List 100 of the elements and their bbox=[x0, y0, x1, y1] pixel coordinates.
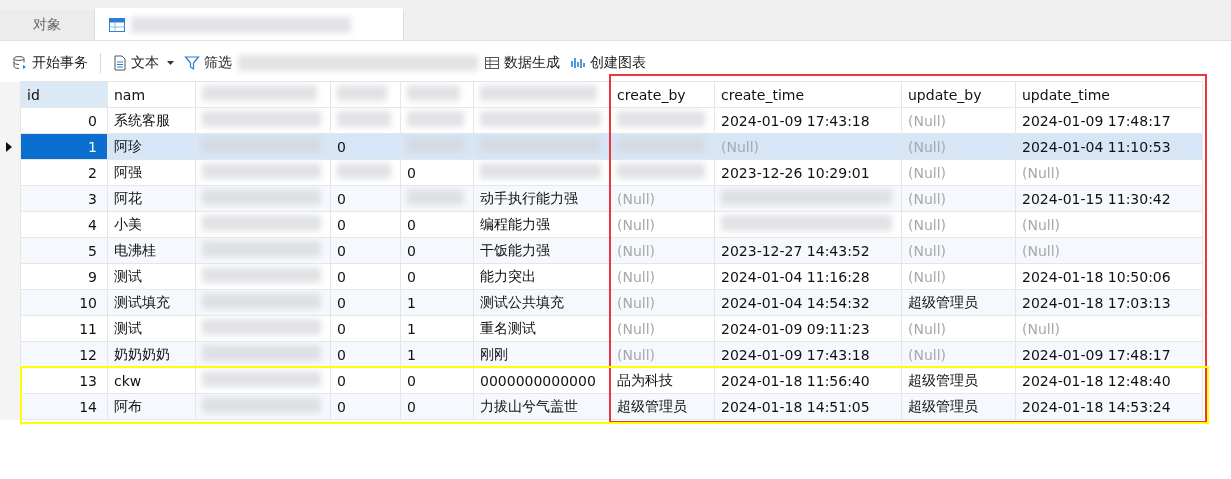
table-cell: (Null) bbox=[901, 315, 1016, 342]
column-header[interactable]: create_time bbox=[714, 81, 902, 108]
table-cell: 0 bbox=[400, 263, 474, 290]
table-cell: 系统客服 bbox=[107, 107, 196, 134]
toolbar-button[interactable]: 文本 bbox=[109, 51, 178, 75]
table-cell: 2024-01-04 14:54:32 bbox=[714, 289, 902, 316]
table-cell: 0 bbox=[330, 289, 401, 316]
table-cell: (Null) bbox=[1015, 237, 1203, 264]
table-cell: 2 bbox=[20, 159, 108, 186]
table-cell: 0 bbox=[330, 315, 401, 342]
table-cell: 0 bbox=[330, 263, 401, 290]
table-icon bbox=[109, 18, 125, 32]
table-cell: 2024-01-18 14:53:24 bbox=[1015, 393, 1203, 420]
table-cell: 2024-01-09 17:48:17 bbox=[1015, 341, 1203, 368]
table-cell: (Null) bbox=[901, 237, 1016, 264]
table-cell: 2024-01-04 11:16:28 bbox=[714, 263, 902, 290]
table-cell: 0 bbox=[400, 159, 474, 186]
table-cell: (Null) bbox=[610, 289, 715, 316]
table-cell: 0 bbox=[400, 237, 474, 264]
column-header[interactable]: nam bbox=[107, 81, 196, 108]
table-cell: 11 bbox=[20, 315, 108, 342]
blurred-area bbox=[337, 111, 391, 127]
table-cell: 阿布 bbox=[107, 393, 196, 420]
table-cell: 0 bbox=[330, 341, 401, 368]
table-cell: (Null) bbox=[1015, 315, 1203, 342]
table-cell: 阿花 bbox=[107, 185, 196, 212]
table-cell: 阿珍 bbox=[107, 133, 196, 160]
table-cell: 0 bbox=[330, 237, 401, 264]
table-cell: 2024-01-18 10:50:06 bbox=[1015, 263, 1203, 290]
table-cell: 4 bbox=[20, 211, 108, 238]
table-cell: (Null) bbox=[901, 133, 1016, 160]
table-cell: 2024-01-18 14:51:05 bbox=[714, 393, 902, 420]
table-cell: 2024-01-15 11:30:42 bbox=[1015, 185, 1203, 212]
table-cell: 阿强 bbox=[107, 159, 196, 186]
table-cell: 1 bbox=[20, 133, 108, 160]
column-header[interactable]: id bbox=[20, 81, 108, 108]
table-cell: 2023-12-27 14:43:52 bbox=[714, 237, 902, 264]
table-cell: 0 bbox=[330, 211, 401, 238]
table-cell: 小美 bbox=[107, 211, 196, 238]
column-header[interactable]: create_by bbox=[610, 81, 715, 108]
table-cell: 1 bbox=[400, 315, 474, 342]
table-cell: 电沸桂 bbox=[107, 237, 196, 264]
table-cell: (Null) bbox=[901, 263, 1016, 290]
toolbar-button[interactable]: 开始事务 bbox=[8, 51, 92, 75]
table-cell: (Null) bbox=[714, 133, 902, 160]
toolbar-button[interactable]: 数据生成 bbox=[480, 51, 564, 75]
table-cell: (Null) bbox=[901, 185, 1016, 212]
table-cell: 1 bbox=[400, 289, 474, 316]
table-cell: 0 bbox=[400, 393, 474, 420]
table-cell: 干饭能力强 bbox=[473, 237, 611, 264]
table-cell: 0 bbox=[330, 133, 401, 160]
table-cell: 2024-01-04 11:10:53 bbox=[1015, 133, 1203, 160]
table-cell: 刚刚 bbox=[473, 341, 611, 368]
filter-icon bbox=[184, 55, 200, 71]
table-cell: 2024-01-09 17:43:18 bbox=[714, 341, 902, 368]
table-cell: (Null) bbox=[901, 159, 1016, 186]
table-cell: 0 bbox=[400, 211, 474, 238]
table-cell: 超级管理员 bbox=[901, 289, 1016, 316]
table-cell: 超级管理员 bbox=[610, 393, 715, 420]
table-cell: 10 bbox=[20, 289, 108, 316]
table-cell: 动手执行能力强 bbox=[473, 185, 611, 212]
table-cell: (Null) bbox=[901, 211, 1016, 238]
table-cell: (Null) bbox=[610, 237, 715, 264]
table-cell: 0 bbox=[20, 107, 108, 134]
tab[interactable]: 对象 bbox=[0, 10, 95, 40]
table-cell: 超级管理员 bbox=[901, 393, 1016, 420]
bar-chart-icon bbox=[570, 55, 586, 71]
table-cell: 14 bbox=[20, 393, 108, 420]
toolbar-button[interactable]: 创建图表 bbox=[566, 51, 650, 75]
table-cell: 奶奶奶奶 bbox=[107, 341, 196, 368]
table-cell: 力拔山兮气盖世 bbox=[473, 393, 611, 420]
blurred-area bbox=[337, 163, 391, 179]
blurred-area bbox=[407, 111, 464, 127]
table-cell: (Null) bbox=[901, 341, 1016, 368]
table-cell: 测试 bbox=[107, 315, 196, 342]
table-cell: 2024-01-18 17:03:13 bbox=[1015, 289, 1203, 316]
blurred-area bbox=[407, 85, 460, 101]
table-cell: (Null) bbox=[610, 341, 715, 368]
table-cell: 0 bbox=[330, 393, 401, 420]
table-cell: 测试填充 bbox=[107, 289, 196, 316]
column-header[interactable]: update_time bbox=[1015, 81, 1203, 108]
table-cell: 2024-01-09 17:48:17 bbox=[1015, 107, 1203, 134]
tab[interactable] bbox=[95, 8, 404, 40]
table-icon bbox=[484, 55, 500, 71]
table-cell: 测试公共填充 bbox=[473, 289, 611, 316]
table-cell: 3 bbox=[20, 185, 108, 212]
database-icon bbox=[12, 55, 28, 71]
table-cell: (Null) bbox=[1015, 211, 1203, 238]
table-cell: 12 bbox=[20, 341, 108, 368]
document-icon bbox=[113, 55, 127, 71]
table-cell: 2024-01-09 09:11:23 bbox=[714, 315, 902, 342]
table-cell: 2024-01-09 17:43:18 bbox=[714, 107, 902, 134]
toolbar-button[interactable]: 筛选 bbox=[180, 51, 236, 75]
table-cell: 1 bbox=[400, 341, 474, 368]
table-cell: 2023-12-26 10:29:01 bbox=[714, 159, 902, 186]
table-cell: (Null) bbox=[610, 185, 715, 212]
table-cell: 9 bbox=[20, 263, 108, 290]
column-header[interactable]: update_by bbox=[901, 81, 1016, 108]
table-cell: 5 bbox=[20, 237, 108, 264]
table-cell: (Null) bbox=[1015, 159, 1203, 186]
